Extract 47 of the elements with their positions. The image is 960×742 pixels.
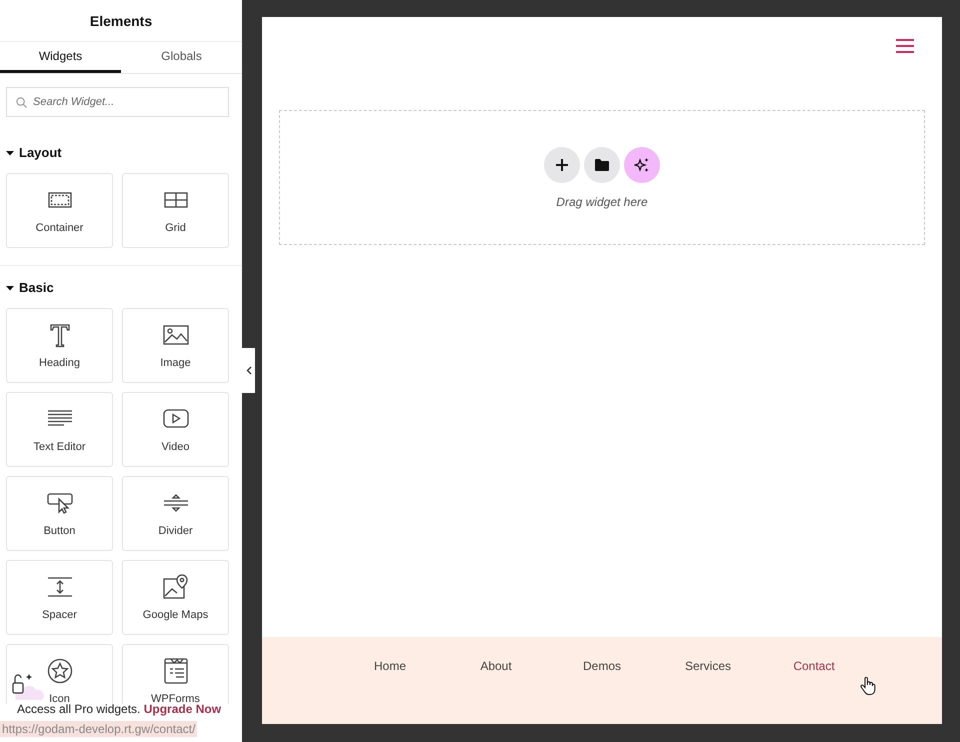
widget-card[interactable]: Button <box>6 476 113 551</box>
sparkle-icon <box>634 156 650 172</box>
footer-nav-link[interactable]: Home <box>337 659 443 675</box>
widget-card[interactable]: Text Editor <box>6 392 113 467</box>
widget-label: Icon <box>49 693 70 705</box>
add-button[interactable] <box>544 146 580 182</box>
widget-card[interactable]: Heading <box>6 308 113 383</box>
template-button[interactable] <box>584 146 620 182</box>
widget-label: Spacer <box>42 609 77 621</box>
widget-card[interactable]: Grid <box>122 173 229 248</box>
widget-label: Grid <box>165 222 186 234</box>
search-icon <box>16 97 27 108</box>
widget-card[interactable]: Container <box>6 173 113 248</box>
category-header[interactable]: Basic <box>6 280 54 295</box>
search-field[interactable]: Search Widget... <box>6 87 229 117</box>
footer-nav-link[interactable]: About <box>443 659 549 675</box>
widget-label: Google Maps <box>142 609 208 621</box>
widget-label: WPForms <box>151 693 200 705</box>
footer-nav-link[interactable]: Services <box>655 659 761 675</box>
form-icon <box>162 658 190 684</box>
plus-icon <box>555 158 569 172</box>
widget-label: Button <box>44 525 76 537</box>
widget-card[interactable]: Divider <box>122 476 229 551</box>
caret-icon <box>6 148 14 156</box>
widget-label: Divider <box>158 525 193 537</box>
widget-card[interactable]: Image <box>122 308 229 383</box>
widget-card[interactable]: Google Maps <box>122 560 229 635</box>
widget-label: Heading <box>39 357 80 369</box>
widget-card[interactable]: Video <box>122 392 229 467</box>
widget-label: Video <box>162 441 190 453</box>
widget-card[interactable]: Spacer <box>6 560 113 635</box>
category-header[interactable]: Layout <box>6 145 62 160</box>
hand-cursor-icon <box>860 677 876 695</box>
menu-icon <box>895 38 915 54</box>
map-icon <box>162 574 190 600</box>
upgrade-link[interactable]: Upgrade Now <box>144 702 222 716</box>
status-url: https://godam-develop.rt.gw/contact/ <box>0 721 198 737</box>
widget-label: Container <box>36 222 84 234</box>
footer-nav-link[interactable]: Contact <box>761 659 867 675</box>
chevron-left-icon <box>246 366 252 375</box>
caret-icon <box>6 284 14 292</box>
widget-label: Image <box>160 357 191 369</box>
folder-icon <box>595 158 609 170</box>
widget-label: Text Editor <box>34 441 86 453</box>
ai-button[interactable] <box>624 146 660 182</box>
drop-hint: Drag widget here <box>556 194 648 208</box>
footer-nav-link[interactable]: Demos <box>549 659 655 675</box>
